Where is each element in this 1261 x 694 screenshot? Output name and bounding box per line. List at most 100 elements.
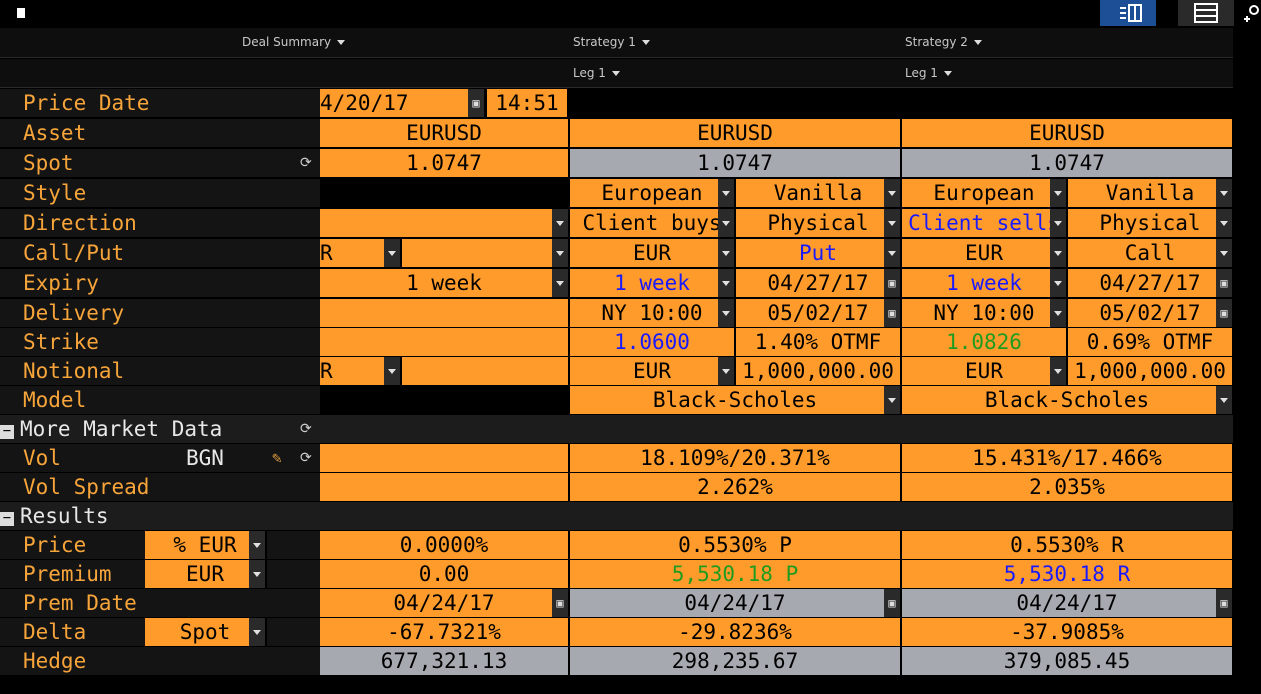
s1-callput[interactable]: Put — [736, 239, 902, 267]
s2-vol-spread[interactable]: 2.035% — [902, 473, 1234, 501]
dropdown-caret-icon[interactable] — [718, 179, 734, 207]
deal-direction[interactable] — [320, 209, 570, 237]
calendar-icon[interactable]: ▣ — [468, 89, 484, 117]
s1-moneyness[interactable]: 1.40% OTMF — [736, 328, 902, 356]
s1-type[interactable]: Vanilla — [736, 179, 902, 207]
s2-moneyness[interactable]: 0.69% OTMF — [1068, 328, 1234, 356]
s1-ccy[interactable]: EUR — [570, 239, 736, 267]
s1-vol-spread[interactable]: 2.262% — [570, 473, 902, 501]
refresh-icon[interactable]: ⟳ — [300, 444, 312, 472]
s2-callput[interactable]: Call — [1068, 239, 1234, 267]
dropdown-caret-icon[interactable] — [1050, 179, 1066, 207]
collapse-icon[interactable]: − — [0, 424, 14, 439]
dropdown-caret-icon[interactable] — [1216, 386, 1232, 414]
s2-type[interactable]: Vanilla — [1068, 179, 1234, 207]
calendar-icon[interactable]: ▣ — [884, 589, 900, 617]
vol-source[interactable]: BGN — [186, 444, 224, 472]
s2-strike[interactable]: 1.0826 — [902, 328, 1068, 356]
s1-expiry[interactable]: 1 week — [570, 269, 736, 297]
s2-prem-date[interactable]: 04/24/17 ▣ — [902, 589, 1234, 617]
dropdown-caret-icon[interactable] — [718, 209, 734, 237]
dropdown-caret-icon[interactable] — [718, 357, 734, 385]
s2-model[interactable]: Black-Scholes — [902, 386, 1234, 414]
dropdown-caret-icon[interactable] — [884, 386, 900, 414]
dropdown-caret-icon[interactable] — [1216, 239, 1232, 267]
premium-ccy-select[interactable]: EUR — [145, 560, 267, 588]
s1-cut[interactable]: NY 10:00 — [570, 299, 736, 327]
deal-prem-date[interactable]: 04/24/17 ▣ — [320, 589, 570, 617]
s2-ccy[interactable]: EUR — [902, 239, 1068, 267]
dropdown-caret-icon[interactable] — [884, 239, 900, 267]
dropdown-caret-icon[interactable] — [1050, 209, 1066, 237]
dropdown-caret-icon[interactable] — [552, 239, 568, 267]
calendar-icon[interactable]: ▣ — [1216, 299, 1232, 327]
dropdown-caret-icon[interactable] — [718, 239, 734, 267]
s2-settle[interactable]: Physical — [1068, 209, 1234, 237]
dropdown-caret-icon[interactable] — [384, 239, 400, 267]
collapse-icon[interactable]: − — [0, 511, 14, 526]
price-time-field[interactable]: 14:51 — [487, 89, 569, 117]
s1-expiry-date[interactable]: 04/27/17 ▣ — [736, 269, 902, 297]
calendar-icon[interactable]: ▣ — [552, 589, 568, 617]
s1-direction[interactable]: Client buys — [570, 209, 736, 237]
section-more-market-data[interactable]: − More Market Data ⟳ — [0, 415, 320, 443]
search-icon[interactable] — [1242, 4, 1260, 24]
delta-type-select[interactable]: Spot — [145, 618, 267, 646]
dropdown-caret-icon[interactable] — [1050, 239, 1066, 267]
dropdown-caret-icon[interactable] — [1050, 269, 1066, 297]
split-view-button[interactable] — [1100, 0, 1156, 26]
dropdown-caret-icon[interactable] — [884, 209, 900, 237]
s2-direction[interactable]: Client sells — [902, 209, 1068, 237]
dropdown-caret-icon[interactable] — [249, 560, 265, 588]
s2-expiry[interactable]: 1 week — [902, 269, 1068, 297]
dropdown-caret-icon[interactable] — [552, 209, 568, 237]
s2-expiry-date[interactable]: 04/27/17 ▣ — [1068, 269, 1234, 297]
s1-notional[interactable]: 1,000,000.00 — [736, 357, 902, 385]
s1-strike[interactable]: 1.0600 — [570, 328, 736, 356]
list-view-button[interactable] — [1178, 0, 1234, 26]
s2-delivery-date[interactable]: 05/02/17 ▣ — [1068, 299, 1234, 327]
dropdown-caret-icon[interactable] — [552, 269, 568, 297]
dropdown-caret-icon[interactable] — [1050, 299, 1066, 327]
dropdown-caret-icon[interactable] — [249, 618, 265, 646]
strategy1-dropdown[interactable]: Strategy 1 — [573, 35, 650, 49]
deal-callput[interactable] — [402, 239, 570, 267]
s2-notional-ccy[interactable]: EUR — [902, 357, 1068, 385]
s2-style[interactable]: European — [902, 179, 1068, 207]
dropdown-caret-icon[interactable] — [1216, 179, 1232, 207]
s1-delivery-date[interactable]: 05/02/17 ▣ — [736, 299, 902, 327]
deal-summary-dropdown[interactable]: Deal Summary — [242, 35, 346, 49]
s1-vol[interactable]: 18.109%/20.371% — [570, 444, 902, 472]
dropdown-caret-icon[interactable] — [249, 531, 265, 559]
dropdown-caret-icon[interactable] — [1216, 209, 1232, 237]
s2-notional[interactable]: 1,000,000.00 — [1068, 357, 1234, 385]
leg1b-dropdown[interactable]: Leg 1 — [905, 66, 952, 80]
refresh-icon[interactable]: ⟳ — [300, 149, 312, 177]
s1-model[interactable]: Black-Scholes — [570, 386, 902, 414]
strategy2-dropdown[interactable]: Strategy 2 — [905, 35, 982, 49]
s1-style[interactable]: European — [570, 179, 736, 207]
dropdown-caret-icon[interactable] — [384, 357, 400, 385]
calendar-icon[interactable]: ▣ — [884, 299, 900, 327]
edit-icon[interactable]: ✎ — [272, 444, 282, 472]
price-unit-select[interactable]: % EUR — [145, 531, 267, 559]
leg1a-dropdown[interactable]: Leg 1 — [573, 66, 620, 80]
s2-cut[interactable]: NY 10:00 — [902, 299, 1068, 327]
s1-prem-date[interactable]: 04/24/17 ▣ — [570, 589, 902, 617]
deal-spot[interactable]: 1.0747 — [320, 149, 570, 177]
s1-notional-ccy[interactable]: EUR — [570, 357, 736, 385]
dropdown-caret-icon[interactable] — [718, 299, 734, 327]
dropdown-caret-icon[interactable] — [718, 269, 734, 297]
s1-settle[interactable]: Physical — [736, 209, 902, 237]
refresh-icon[interactable]: ⟳ — [300, 415, 312, 443]
calendar-icon[interactable]: ▣ — [1216, 269, 1232, 297]
calendar-icon[interactable]: ▣ — [884, 269, 900, 297]
price-date-field[interactable]: 4/20/17 ▣ — [320, 89, 486, 117]
s2-vol[interactable]: 15.431%/17.466% — [902, 444, 1234, 472]
dropdown-caret-icon[interactable] — [1050, 357, 1066, 385]
section-results[interactable]: − Results — [0, 502, 320, 530]
deal-callput-ccy[interactable]: R — [320, 239, 402, 267]
deal-notional-ccy[interactable]: R — [320, 357, 402, 385]
dropdown-caret-icon[interactable] — [884, 179, 900, 207]
calendar-icon[interactable]: ▣ — [1216, 589, 1232, 617]
